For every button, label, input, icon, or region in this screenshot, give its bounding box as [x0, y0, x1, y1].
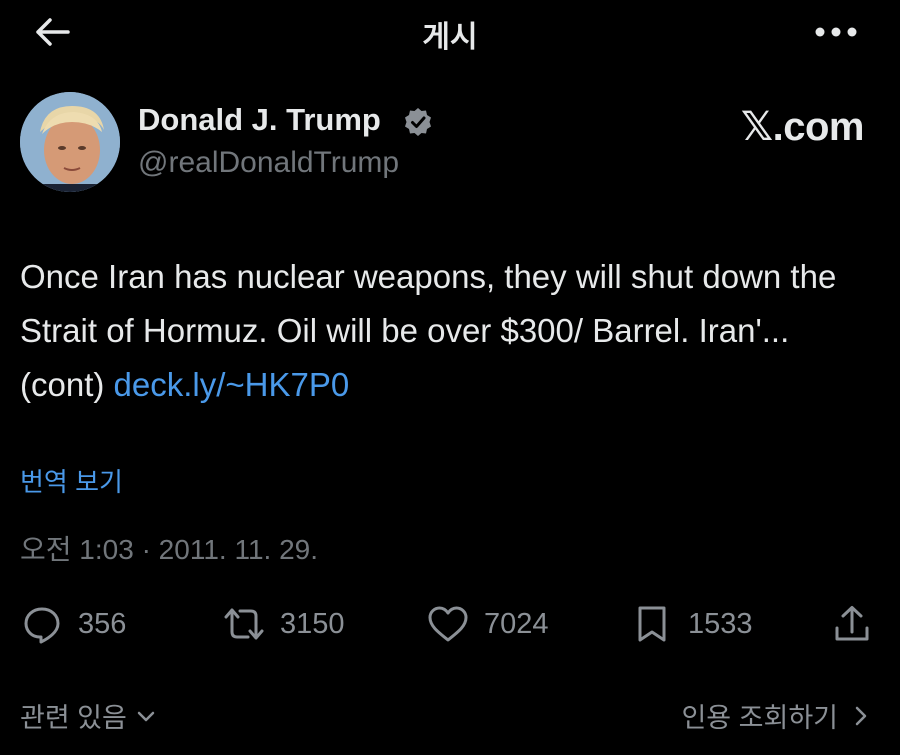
view-quotes-link[interactable]: 인용 조회하기 — [681, 696, 872, 735]
retweet-icon — [222, 602, 266, 646]
related-label: 관련 있음 — [20, 703, 127, 733]
chevron-right-icon — [855, 706, 867, 725]
page-title: 게시 — [422, 21, 478, 54]
bookmark-count: 1533 — [688, 607, 753, 640]
like-count: 7024 — [484, 607, 549, 640]
avatar[interactable] — [20, 92, 120, 192]
reply-button[interactable]: 356 — [20, 598, 126, 650]
tweet-link[interactable]: deck.ly/~HK7P0 — [114, 366, 350, 403]
profile-photo-icon — [20, 92, 120, 192]
more-dots-icon — [815, 27, 857, 37]
share-button[interactable] — [830, 598, 874, 650]
bookmark-icon — [630, 602, 674, 646]
translate-link[interactable]: 번역 보기 — [20, 462, 123, 499]
retweet-count: 3150 — [280, 607, 345, 640]
author-handle[interactable]: @realDonaldTrump — [138, 146, 399, 180]
share-icon — [830, 602, 874, 646]
top-bar: 게시 — [0, 0, 900, 64]
heart-icon — [426, 602, 470, 646]
author-name[interactable]: Donald J. Trump — [138, 102, 381, 138]
action-bar: 356 3150 7024 1533 — [0, 598, 900, 650]
post-screen: 게시 Donald J. Trump @realDonaldTrump 𝕏.co… — [0, 0, 900, 755]
post-timestamp: 오전 1:03 · 2011. 11. 29. — [20, 534, 318, 565]
reply-count: 356 — [78, 607, 127, 640]
retweet-button[interactable]: 3150 — [222, 598, 345, 650]
more-options-button[interactable] — [808, 16, 864, 48]
verified-badge-icon — [405, 108, 431, 136]
related-toggle[interactable]: 관련 있음 — [20, 696, 157, 735]
quotes-label: 인용 조회하기 — [681, 703, 838, 733]
reply-icon — [20, 602, 64, 646]
tweet-body: Once Iran has nuclear weapons, they will… — [20, 250, 880, 412]
bookmark-button[interactable]: 1533 — [630, 598, 753, 650]
x-logo: 𝕏.com — [740, 105, 865, 149]
chevron-down-icon — [137, 711, 155, 721]
like-button[interactable]: 7024 — [426, 598, 549, 650]
